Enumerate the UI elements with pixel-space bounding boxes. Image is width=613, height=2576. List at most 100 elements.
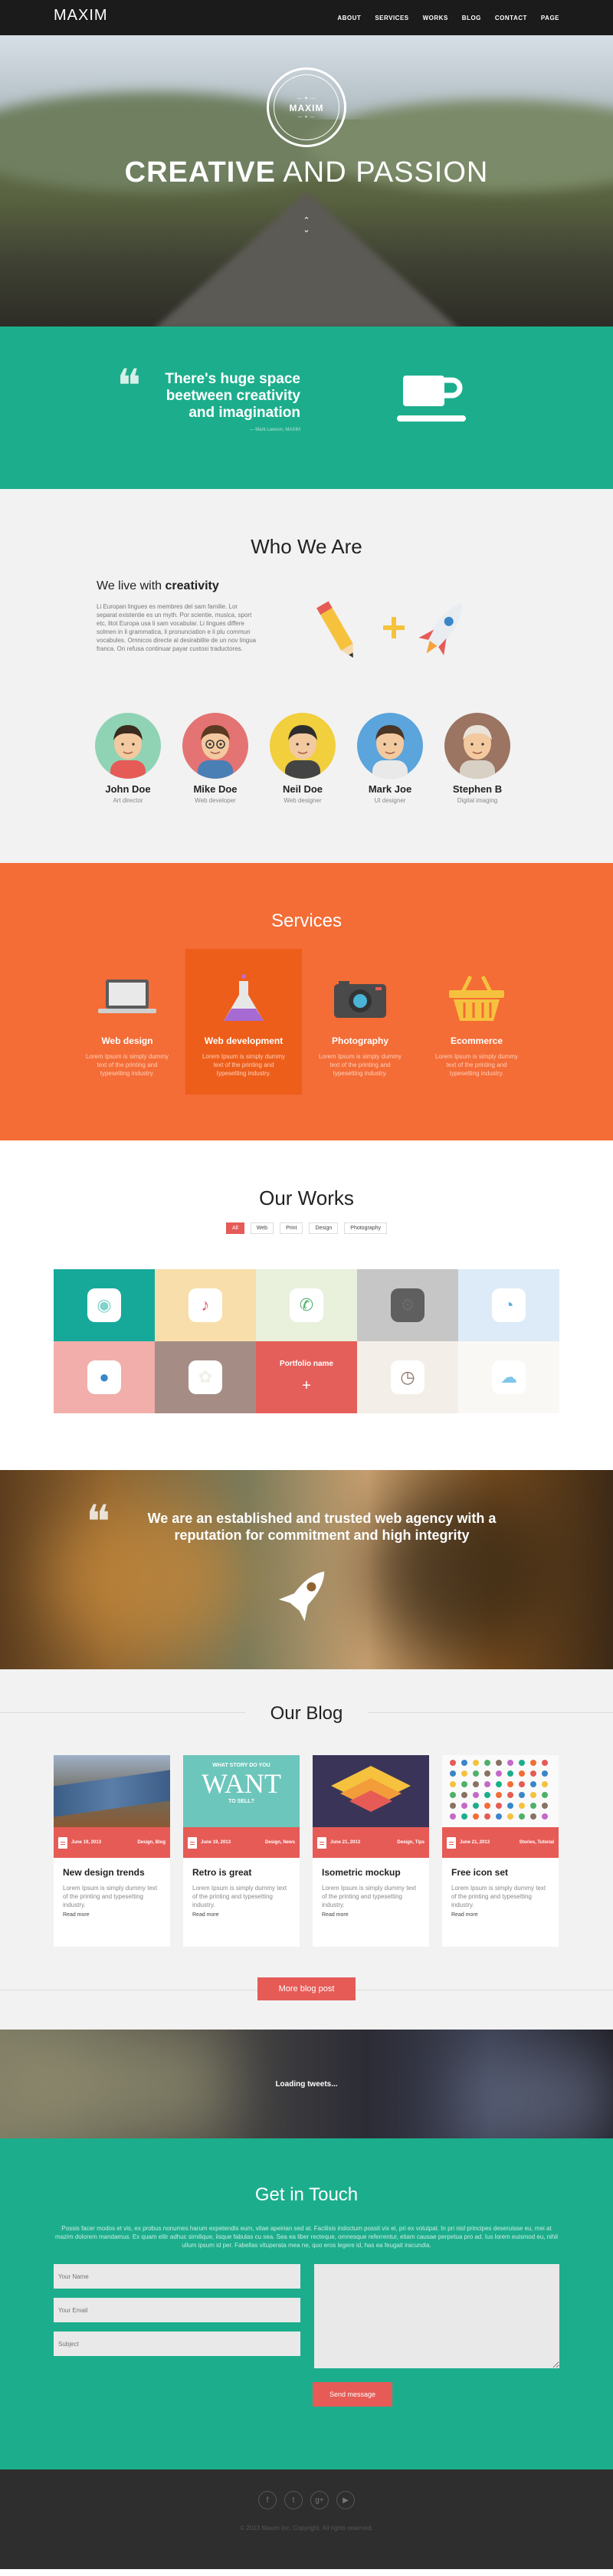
filter-web[interactable]: Web	[250, 1222, 274, 1234]
post-meta: June 21, 2013 Stories, Tutorial	[442, 1827, 559, 1858]
post-meta: June 19, 2013 Design, News	[183, 1827, 300, 1858]
post-excerpt: Lorem Ipsum is simply dummy text of the …	[322, 1885, 417, 1908]
youtube-icon[interactable]: ▶	[336, 2491, 355, 2509]
member-name: Mark Joe	[368, 783, 412, 795]
blog-post[interactable]: June 19, 2013 Design, Blog New design tre…	[54, 1755, 170, 1947]
team-member[interactable]: Stephen B Digital imaging	[444, 713, 510, 804]
rocket-icon	[418, 602, 462, 656]
email-field[interactable]	[54, 2298, 300, 2322]
post-title[interactable]: New design trends	[54, 1858, 170, 1878]
badge-ornament-top: — ✦ —	[297, 96, 316, 101]
scroll-down-arrows-icon[interactable]: ⌃ ⌄	[300, 216, 313, 235]
service-desc: Lorem Ipsum is simply dummy text of the …	[434, 1053, 519, 1077]
nav-about[interactable]: ABOUT	[337, 15, 361, 21]
isometric-mockup-image	[331, 1766, 411, 1812]
portfolio-item[interactable]: ●	[54, 1341, 155, 1413]
nav-contact[interactable]: CONTACT	[495, 15, 527, 21]
team-member[interactable]: Neil Doe Web designer	[270, 713, 336, 804]
more-blog-posts-button[interactable]: More blog post	[257, 1977, 356, 2000]
name-field[interactable]	[54, 2264, 300, 2289]
post-meta: June 21, 2013 Design, Tips	[313, 1827, 429, 1858]
filter-design[interactable]: Design	[309, 1222, 339, 1234]
who-intro-text: Li Europan lingues es membres del sam fa…	[97, 603, 257, 652]
member-name: Mike Doe	[193, 783, 238, 795]
clock-app-icon: ◷	[391, 1360, 425, 1394]
who-we-are-section: Who We Are We live with creativity Li Eu…	[0, 489, 613, 863]
twitter-icon[interactable]: t	[284, 2491, 303, 2509]
message-field[interactable]	[314, 2264, 559, 2368]
service-photography[interactable]: Photography Lorem Ipsum is simply dummy …	[302, 949, 418, 1094]
read-more-link[interactable]: Read more	[54, 1909, 170, 1918]
plus-icon[interactable]: +	[302, 1377, 311, 1395]
document-icon	[447, 1836, 456, 1849]
post-meta: June 19, 2013 Design, Blog	[54, 1827, 170, 1858]
member-role: Art director	[113, 797, 143, 804]
portfolio-item[interactable]: ◷	[357, 1341, 458, 1413]
nav-blog[interactable]: BLOG	[462, 15, 481, 21]
portfolio-item[interactable]: ✿	[155, 1341, 256, 1413]
post-image: WHAT STORY DO YOU WANT TO SELL?	[183, 1755, 300, 1827]
post-image	[442, 1755, 559, 1827]
blog-post[interactable]: WHAT STORY DO YOU WANT TO SELL? June 19,…	[183, 1755, 300, 1947]
nav-page[interactable]: PAGE	[541, 15, 559, 21]
facebook-icon[interactable]: f	[258, 2491, 277, 2509]
site-logo[interactable]: MAXIM	[54, 7, 108, 25]
blog-post[interactable]: June 21, 2013 Design, Tips Isometric mock…	[313, 1755, 429, 1947]
icon-set-image	[450, 1760, 548, 1820]
portfolio-item-hover[interactable]: Portfolio name +	[256, 1341, 357, 1413]
camera-icon	[334, 981, 386, 1018]
works-filter-bar: All Web Print Design Photography	[0, 1222, 613, 1234]
read-more-link[interactable]: Read more	[183, 1909, 300, 1918]
portfolio-item[interactable]: ✆	[256, 1269, 357, 1341]
post-title[interactable]: Free icon set	[442, 1858, 559, 1878]
blog-post[interactable]: June 21, 2013 Stories, Tutorial Free icon…	[442, 1755, 559, 1947]
rocket-icon	[278, 1571, 325, 1622]
post-title[interactable]: Isometric mockup	[313, 1858, 429, 1878]
hero-section: — ✦ — MAXIM — ✦ — CREATIVE AND PASSION ⌃…	[0, 0, 613, 327]
member-name: Stephen B	[452, 783, 503, 795]
portfolio-item[interactable]: ♪	[155, 1269, 256, 1341]
main-menu: ABOUT SERVICES WORKS BLOG CONTACT PAGE	[337, 15, 559, 21]
member-role: Digital imaging	[457, 797, 498, 804]
footer: f t g+ ▶ © 2013 Maxim Inc. Copyright. Al…	[0, 2469, 613, 2569]
service-desc: Lorem Ipsum is simply dummy text of the …	[202, 1053, 286, 1077]
service-title: Photography	[332, 1035, 388, 1046]
portfolio-item[interactable]: ☁	[458, 1341, 559, 1413]
read-more-link[interactable]: Read more	[313, 1909, 429, 1918]
plus-icon	[383, 617, 405, 638]
contact-intro-text: Possis facer modos et vis, ex probus non…	[55, 2225, 558, 2249]
send-message-button[interactable]: Send message	[313, 2382, 392, 2407]
portfolio-item[interactable]: ⚙	[357, 1269, 458, 1341]
blog-posts: June 19, 2013 Design, Blog New design tre…	[54, 1755, 559, 1947]
flask-icon	[224, 974, 264, 1021]
portfolio-item[interactable]: ◉	[54, 1269, 155, 1341]
avatar	[270, 713, 336, 779]
nav-services[interactable]: SERVICES	[375, 15, 408, 21]
post-title[interactable]: Retro is great	[183, 1858, 300, 1878]
nav-works[interactable]: WORKS	[423, 15, 448, 21]
read-more-link[interactable]: Read more	[442, 1909, 559, 1918]
team-member[interactable]: Mark Joe UI designer	[357, 713, 423, 804]
quote-mark-icon: ❝	[86, 1497, 111, 1547]
service-ecommerce[interactable]: Ecommerce Lorem Ipsum is simply dummy te…	[418, 949, 535, 1094]
service-web-development[interactable]: Web development Lorem Ipsum is simply du…	[185, 949, 302, 1094]
filter-all[interactable]: All	[226, 1222, 244, 1234]
top-navbar: MAXIM ABOUT SERVICES WORKS BLOG CONTACT …	[0, 0, 613, 35]
music-app-icon: ♪	[188, 1288, 222, 1322]
laptop-icon	[98, 980, 156, 1013]
weather-app-icon: ☁	[492, 1360, 526, 1394]
google-plus-icon[interactable]: g+	[310, 2491, 329, 2509]
quote-text: There's huge space beetween creativity a…	[165, 371, 300, 421]
service-web-design[interactable]: Web design Lorem Ipsum is simply dummy t…	[69, 949, 185, 1094]
service-title: Web design	[101, 1035, 153, 1046]
team-member[interactable]: Mike Doe Web developer	[182, 713, 248, 804]
post-excerpt: Lorem Ipsum is simply dummy text of the …	[63, 1885, 158, 1908]
document-icon	[188, 1836, 197, 1849]
portfolio-item[interactable]: ◔	[458, 1269, 559, 1341]
badge-name: MAXIM	[289, 102, 324, 113]
filter-photography[interactable]: Photography	[344, 1222, 387, 1234]
works-section: Our Works All Web Print Design Photograp…	[0, 1140, 613, 1470]
filter-print[interactable]: Print	[280, 1222, 303, 1234]
team-member[interactable]: John Doe Art director	[95, 713, 161, 804]
subject-field[interactable]	[54, 2332, 300, 2356]
